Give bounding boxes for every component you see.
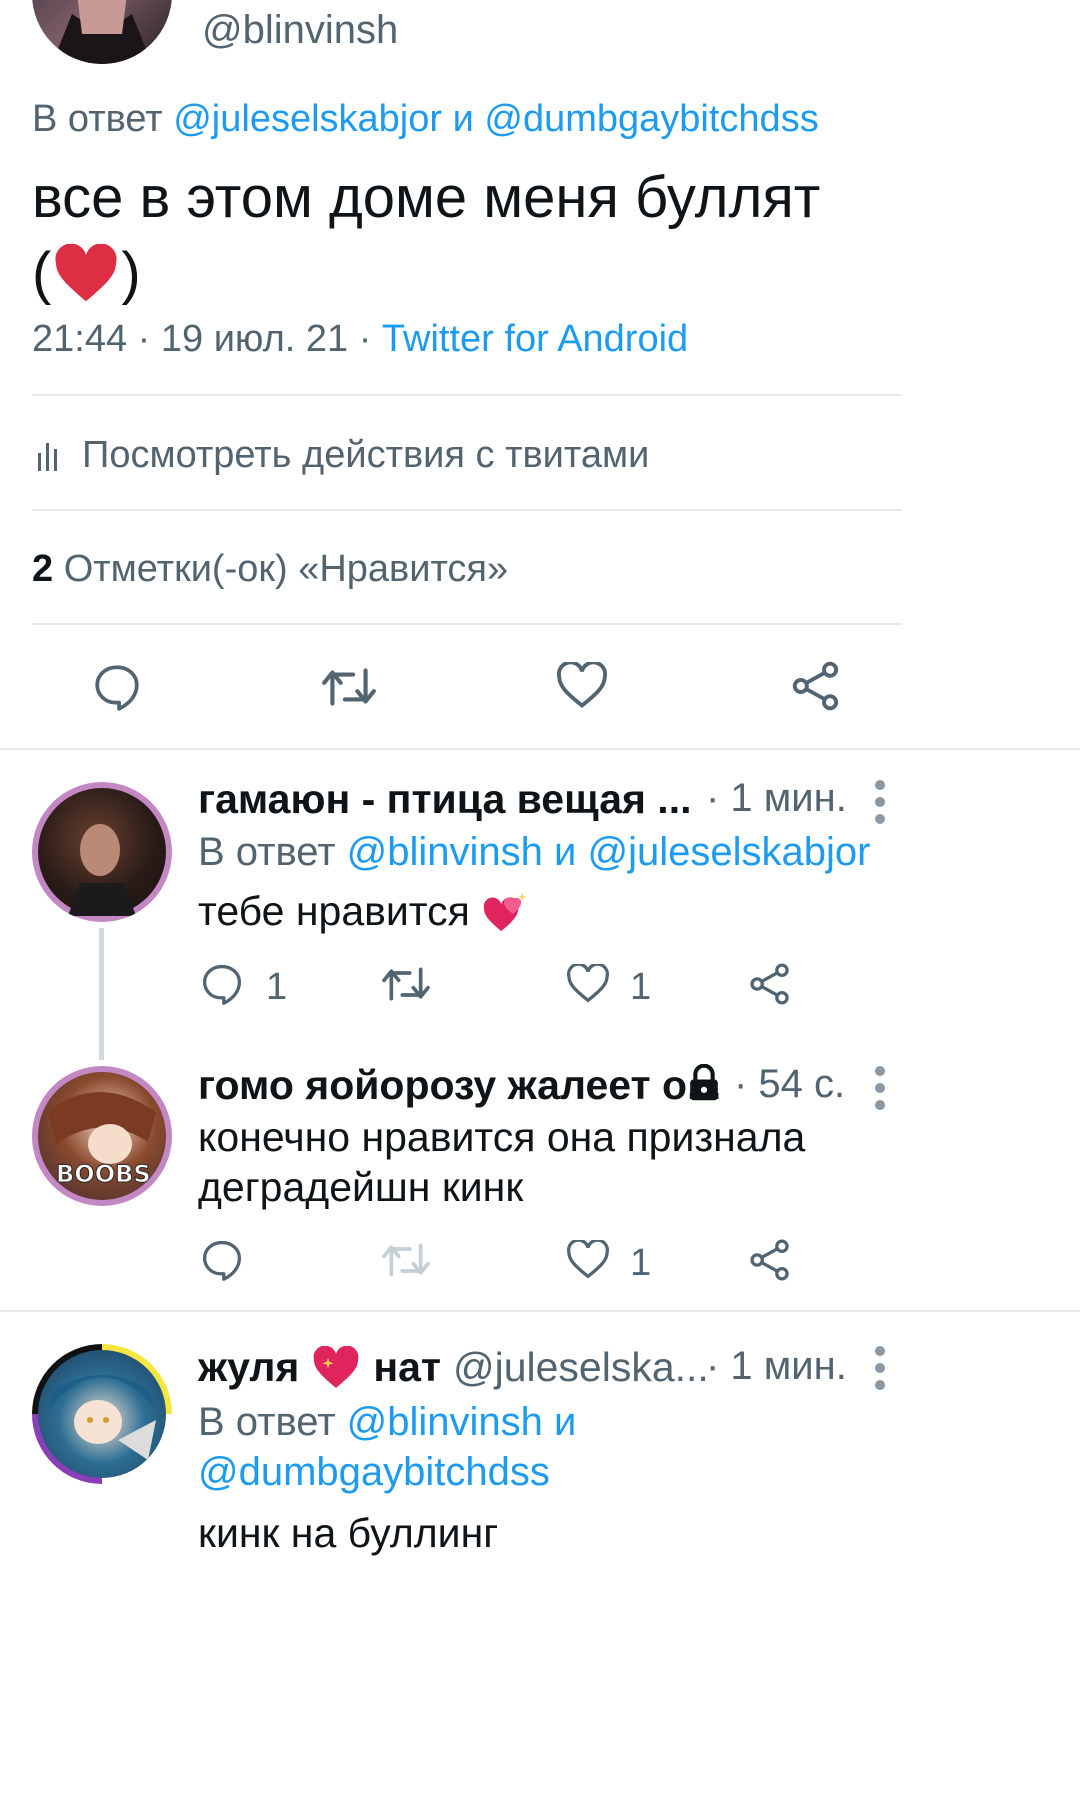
heart-emoji	[55, 244, 117, 302]
reply-text-line: деградейшн кинк	[198, 1164, 524, 1210]
source-link[interactable]: Twitter for Android	[382, 318, 688, 360]
mention-link[interactable]: @dumbgaybitchdss	[484, 98, 818, 140]
reply-text: тебе нравится	[198, 888, 528, 935]
reply-author-name-part: жуля	[198, 1344, 300, 1390]
reply-icon[interactable]	[200, 962, 244, 1006]
reply-and: и	[554, 1400, 577, 1444]
sparkling-heart-emoji	[313, 1345, 359, 1388]
likes-count: 2	[32, 548, 54, 590]
mention-link[interactable]: @dumbgaybitchdss	[198, 1450, 550, 1495]
more-icon[interactable]	[875, 1066, 887, 1117]
reply-author-name[interactable]: гамаюн - птица вещая ...	[198, 776, 691, 823]
author-avatar[interactable]	[32, 0, 172, 64]
section-divider	[0, 1310, 1080, 1312]
reply-author[interactable]: жуля нат @juleselska...	[198, 1344, 709, 1391]
share-icon[interactable]	[748, 1238, 792, 1282]
more-icon[interactable]	[875, 780, 887, 831]
share-icon[interactable]	[790, 660, 842, 712]
reply-context: В ответ @blinvinsh и	[198, 1400, 576, 1445]
paren-open: (	[32, 241, 52, 306]
reply-avatar[interactable]	[32, 1344, 172, 1484]
activity-label: Посмотреть действия с твитами	[82, 434, 650, 476]
thread-line	[99, 928, 104, 1060]
reply-time[interactable]: · 54 с.	[734, 1062, 845, 1107]
like-icon[interactable]	[556, 662, 608, 710]
reply-author-name[interactable]: гомо яойорозу жалеет о...	[198, 1062, 721, 1109]
reply-and: и	[554, 830, 577, 874]
author-handle[interactable]: @blinvinsh	[202, 8, 398, 53]
like-count: 1	[630, 966, 652, 1008]
reply-text: кинк на буллинг	[198, 1510, 499, 1556]
section-divider	[0, 748, 1080, 750]
likes-label: Отметки(-ок) «Нравится»	[63, 548, 509, 590]
divider	[32, 623, 902, 625]
like-icon[interactable]	[566, 964, 610, 1004]
reply-time[interactable]: · 1 мин.	[706, 1344, 847, 1389]
divider	[32, 509, 902, 511]
retweet-icon[interactable]	[320, 662, 378, 712]
reply-text-line: конечно нравится она признала	[198, 1114, 806, 1160]
likes-summary[interactable]: 2 Отметки(-ок) «Нравится»	[32, 548, 508, 591]
tweet-activity-link[interactable]: Посмотреть действия с твитами	[32, 434, 649, 477]
reply-context: В ответ @blinvinsh и @juleselskabjor	[198, 830, 870, 875]
reply-author-handle: @juleselska...	[452, 1344, 709, 1390]
divider	[32, 394, 902, 396]
tweet-text-line: ( )	[32, 236, 820, 312]
tweet-meta: 21:44 · 19 июл. 21 · Twitter for Android	[32, 318, 688, 361]
lock-icon	[690, 1064, 718, 1101]
retweet-icon-disabled	[382, 1243, 430, 1277]
sparkling-heart-emoji	[483, 892, 526, 931]
reply-avatar[interactable]: BOOBS	[32, 1066, 172, 1206]
like-icon[interactable]	[566, 1240, 610, 1280]
avatar-caption: BOOBS	[56, 1160, 152, 1189]
reply-prefix: В ответ	[198, 830, 336, 874]
reply-author-name-part: нат	[373, 1344, 441, 1390]
paren-close: )	[121, 241, 141, 306]
reply-text-body: тебе нравится	[198, 888, 470, 934]
reply-context: В ответ @juleselskabjor и @dumbgaybitchd…	[32, 98, 819, 141]
mention-link[interactable]: @blinvinsh	[347, 830, 543, 874]
timestamp[interactable]: 21:44 · 19 июл. 21 ·	[32, 318, 371, 360]
tweet-text: все в этом доме меня буллят ( )	[32, 160, 820, 312]
mention-link[interactable]: @juleselskabjor	[588, 830, 871, 874]
reply-and: и	[452, 98, 474, 140]
more-icon[interactable]	[875, 1346, 887, 1397]
retweet-icon[interactable]	[380, 962, 432, 1006]
mention-link[interactable]: @juleselskabjor	[173, 98, 442, 140]
tweet-text-line: все в этом доме меня буллят	[32, 165, 821, 230]
reply-icon[interactable]	[200, 1238, 244, 1282]
reply-icon[interactable]	[92, 662, 142, 712]
like-count: 1	[630, 1242, 652, 1284]
analytics-icon	[38, 442, 57, 471]
reply-count: 1	[266, 966, 288, 1008]
reply-prefix: В ответ	[32, 98, 163, 140]
mention-link[interactable]: @blinvinsh	[347, 1400, 543, 1444]
reply-time[interactable]: · 1 мин.	[706, 776, 847, 821]
share-icon[interactable]	[748, 962, 792, 1006]
reply-avatar[interactable]	[32, 782, 172, 922]
reply-prefix: В ответ	[198, 1400, 336, 1444]
